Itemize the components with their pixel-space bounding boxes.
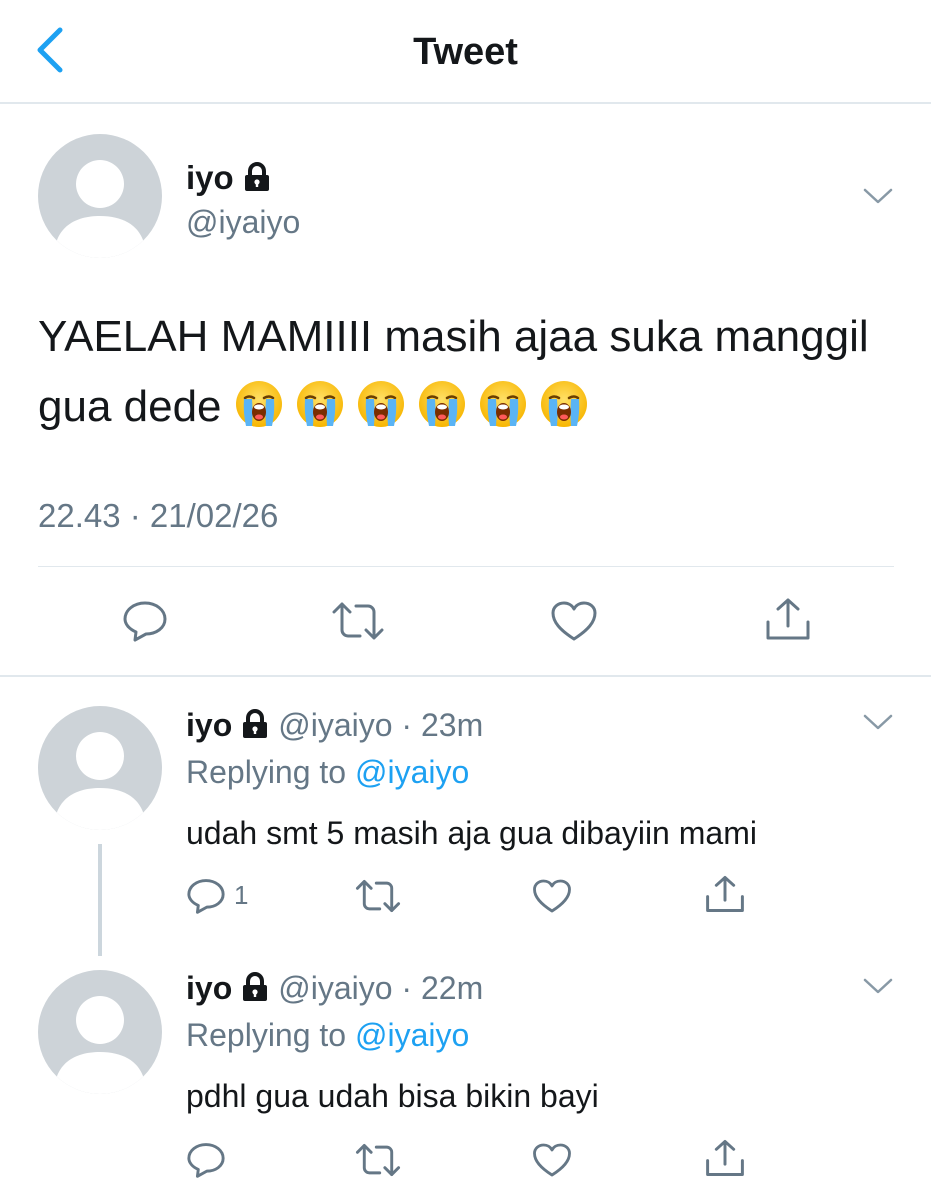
separator-dot: · — [392, 970, 421, 1006]
thread-connector — [98, 844, 102, 956]
emoji-row — [234, 379, 600, 431]
reply-icon — [123, 601, 167, 642]
reply-text: udah smt 5 masih aja gua dibayiin mami — [186, 815, 757, 851]
like-icon — [533, 879, 571, 913]
reply-author-handle[interactable]: @iyaiyo — [278, 970, 392, 1006]
loudly-crying-face-emoji — [539, 379, 589, 429]
reply-time: 22m — [420, 970, 484, 1006]
replying-to-link[interactable]: @iyaiyo — [355, 754, 469, 790]
author-name[interactable]: iyo — [186, 159, 234, 196]
lock-icon — [242, 708, 268, 748]
replying-to-line: Replying to @iyaiyo — [186, 1015, 469, 1055]
tweet-text-block: YAELAH MAMIIII masih ajaa suka manggil g… — [38, 302, 888, 442]
reply-icon — [187, 879, 225, 914]
default-profile-icon — [54, 160, 146, 258]
avatar[interactable] — [38, 970, 162, 1094]
retweet-icon — [332, 602, 384, 640]
reply-header: iyo @iyaiyo · 23m — [186, 705, 483, 748]
page-title: Tweet — [413, 31, 518, 73]
reply-count: 1 — [234, 880, 249, 910]
divider — [38, 566, 894, 567]
share-button[interactable] — [764, 596, 812, 647]
lock-icon — [242, 971, 268, 1011]
reply-author-name[interactable]: iyo — [186, 970, 232, 1006]
reply-author-handle[interactable]: @iyaiyo — [278, 707, 392, 743]
retweet-icon — [355, 879, 401, 913]
reply-icon — [187, 1143, 225, 1178]
reply-button[interactable] — [122, 600, 168, 647]
share-button[interactable] — [704, 1138, 746, 1183]
like-icon — [551, 601, 597, 641]
default-profile-icon — [54, 996, 146, 1094]
avatar[interactable] — [38, 134, 162, 258]
retweet-button[interactable] — [354, 878, 402, 919]
section-divider — [0, 675, 931, 677]
reply-header: iyo @iyaiyo · 22m — [186, 968, 483, 1011]
share-icon — [706, 876, 744, 912]
reply-options-button[interactable] — [862, 976, 894, 1001]
retweet-button[interactable] — [354, 1142, 402, 1183]
like-button[interactable] — [532, 1142, 572, 1183]
reply-time: 23m — [420, 707, 484, 743]
lock-icon — [244, 161, 270, 201]
retweet-icon — [355, 1143, 401, 1177]
separator-dot: · — [392, 707, 421, 743]
replying-to-line: Replying to @iyaiyo — [186, 752, 469, 792]
author-name-row[interactable]: iyo — [186, 158, 270, 201]
chevron-down-icon — [863, 978, 893, 994]
avatar[interactable] — [38, 706, 162, 830]
loudly-crying-face-emoji — [234, 379, 284, 429]
share-button[interactable] — [704, 874, 746, 919]
author-handle[interactable]: @iyaiyo — [186, 202, 300, 242]
loudly-crying-face-emoji — [295, 379, 345, 429]
reply-button[interactable] — [186, 878, 226, 919]
replying-to-label: Replying to — [186, 754, 347, 790]
replying-to-label: Replying to — [186, 1017, 347, 1053]
reply-author-name[interactable]: iyo — [186, 707, 232, 743]
chevron-down-icon — [863, 188, 893, 204]
loudly-crying-face-emoji — [417, 379, 467, 429]
loudly-crying-face-emoji — [478, 379, 528, 429]
share-icon — [766, 598, 810, 640]
reply-options-button[interactable] — [862, 712, 894, 737]
tweet-timestamp[interactable]: 22.43 · 21/02/26 — [38, 496, 278, 536]
reply-button[interactable] — [186, 1142, 226, 1183]
like-button[interactable] — [532, 878, 572, 919]
default-profile-icon — [54, 732, 146, 830]
tweet-options-button[interactable] — [862, 186, 894, 211]
replying-to-link[interactable]: @iyaiyo — [355, 1017, 469, 1053]
chevron-down-icon — [863, 714, 893, 730]
like-button[interactable] — [550, 600, 598, 647]
reply-text: pdhl gua udah bisa bikin bayi — [186, 1078, 599, 1114]
like-icon — [533, 1143, 571, 1177]
share-icon — [706, 1140, 744, 1176]
loudly-crying-face-emoji — [356, 379, 406, 429]
retweet-button[interactable] — [330, 600, 386, 647]
